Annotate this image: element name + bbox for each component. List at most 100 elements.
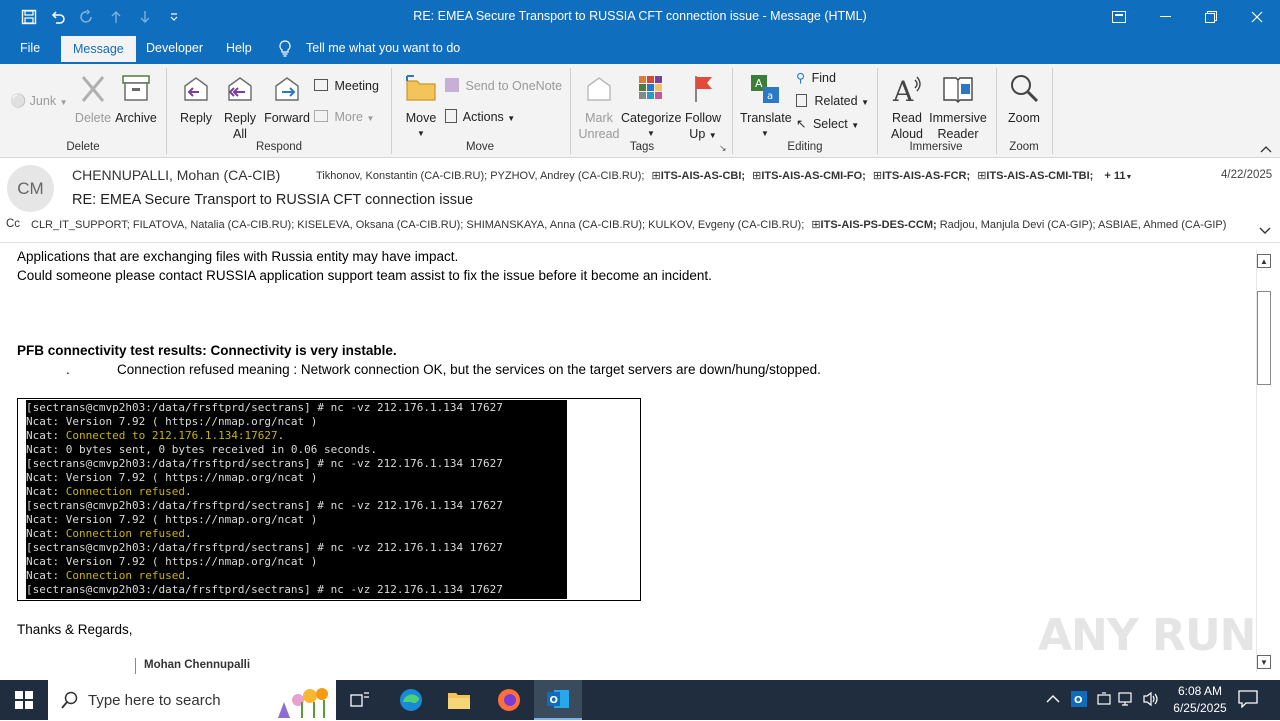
archive-button[interactable]: Archive — [113, 72, 159, 126]
anyrun-watermark: ANY RUN — [1038, 610, 1256, 661]
outlook-taskbar-icon[interactable]: O — [534, 680, 582, 720]
archive-icon — [122, 75, 150, 101]
delete-label: Delete — [74, 111, 112, 125]
menu-help[interactable]: Help — [214, 33, 264, 64]
to-plain[interactable]: Tikhonov, Konstantin (CA-CIB.RU); PYZHOV… — [316, 170, 644, 182]
clock-time[interactable]: 6:08 AM — [1164, 684, 1236, 698]
actions-icon — [445, 109, 457, 123]
send-to-onenote-button[interactable]: Send to OneNote — [445, 76, 562, 96]
chevron-down-icon: ▼ — [861, 98, 869, 107]
body-line-1: Applications that are exchanging files w… — [17, 249, 459, 264]
terminal-line-text: Ncat: — [26, 527, 66, 540]
send-onenote-label: Send to OneNote — [465, 79, 563, 93]
group-separator — [996, 68, 997, 154]
group-icon: ⊞ — [872, 170, 883, 182]
close-button[interactable] — [1234, 0, 1280, 33]
delete-button[interactable]: Delete — [72, 72, 114, 126]
actions-label: Actions — [462, 110, 504, 124]
find-button[interactable]: ⚲ Find — [796, 68, 836, 88]
to-group-3[interactable]: ITS-AIS-AS-FCR; — [882, 170, 970, 182]
task-view-icon[interactable] — [336, 680, 384, 720]
zoom-button[interactable]: Zoom — [1003, 72, 1045, 126]
title-bar: RE: EMEA Secure Transport to RUSSIA CFT … — [0, 0, 1280, 33]
cc-group[interactable]: ITS-AIS-PS-DES-CCM; — [821, 219, 937, 231]
follow-up-label-1: Follow — [684, 111, 722, 125]
terminal-line: [sectrans@cmvp2h03:/data/frsftprd/sectra… — [26, 457, 567, 471]
group-separator — [391, 68, 392, 154]
firefox-icon[interactable] — [485, 680, 533, 720]
sender-name[interactable]: CHENNUPALLI, Mohan (CA-CIB) — [72, 167, 280, 183]
device-tray-icon[interactable] — [1096, 691, 1112, 710]
minimize-button[interactable] — [1142, 0, 1188, 33]
to-group-2[interactable]: ITS-AIS-AS-CMI-FO; — [761, 170, 865, 182]
maximize-button[interactable] — [1188, 0, 1234, 33]
mark-unread-icon — [587, 77, 611, 101]
edge-browser-icon[interactable] — [387, 680, 435, 720]
meeting-button[interactable]: Meeting — [314, 76, 379, 96]
forward-button[interactable]: Forward — [263, 72, 311, 126]
clock-date[interactable]: 6/25/2025 — [1164, 701, 1236, 715]
mark-unread-button[interactable]: Mark Unread — [578, 72, 620, 142]
reply-all-button[interactable]: Reply All — [219, 72, 261, 142]
terminal-line: Ncat: Version 7.92 ( https://nmap.org/nc… — [26, 471, 567, 485]
cc-plain[interactable]: CLR_IT_SUPPORT; FILATOVA, Natalia (CA-CI… — [31, 219, 804, 231]
read-aloud-button[interactable]: A Read Aloud — [886, 72, 928, 142]
select-button[interactable]: ↖ Select ▼ — [796, 114, 859, 134]
ribbon-display-options-icon[interactable] — [1096, 0, 1142, 33]
reply-button[interactable]: Reply — [175, 72, 217, 126]
immersive-reader-button[interactable]: Immersive Reader — [928, 72, 988, 142]
terminal-line-text: Ncat: — [26, 485, 66, 498]
svg-text:A: A — [755, 77, 763, 90]
bullet-text: Connection refused meaning : Network con… — [117, 362, 821, 377]
related-label: Related — [814, 94, 858, 108]
network-icon[interactable] — [1118, 691, 1136, 710]
scroll-thumb[interactable] — [1257, 291, 1271, 385]
to-group-4[interactable]: ITS-AIS-AS-CMI-TBI; — [986, 170, 1093, 182]
move-button[interactable]: Move ▼ — [401, 72, 441, 142]
actions-button[interactable]: Actions ▼ — [445, 107, 515, 127]
chevron-up-icon[interactable] — [1046, 693, 1060, 707]
menu-message[interactable]: Message — [61, 36, 136, 64]
terminal-line: Ncat: Connection refused. — [26, 527, 567, 541]
scroll-up-button[interactable]: ▲ — [1257, 254, 1271, 268]
chevron-down-icon: ▼ — [366, 114, 375, 123]
chevron-down-icon: ▼ — [851, 121, 860, 130]
follow-up-button[interactable]: Follow Up ▼ — [683, 72, 723, 144]
zoom-label: Zoom — [1008, 111, 1040, 125]
cc-rest[interactable]: Radjou, Manjula Devi (CA-GIP); ASBIAE, A… — [940, 219, 1227, 231]
search-icon: ⚲ — [796, 71, 806, 85]
terminal-line-text: Ncat: — [26, 569, 66, 582]
terminal-line-text: [sectrans@cmvp2h03:/data/frsftprd/sectra… — [26, 499, 503, 512]
more-recipients-count[interactable]: + 11 — [1104, 170, 1125, 182]
tell-me-search[interactable]: Tell me what you want to do — [294, 33, 472, 64]
dialog-launcher-icon[interactable]: ↘ — [719, 143, 727, 154]
windows-start-icon[interactable] — [0, 680, 48, 720]
signature-name: Mohan Chennupalli — [144, 659, 251, 671]
to-group-1[interactable]: ITS-AIS-AS-CBI; — [661, 170, 745, 182]
menu-developer[interactable]: Developer — [134, 33, 215, 64]
outlook-tray-icon[interactable]: O — [1071, 691, 1087, 710]
more-respond-button[interactable]: More ▼ — [314, 107, 374, 127]
volume-icon[interactable] — [1142, 691, 1160, 710]
avatar[interactable]: CM — [7, 165, 54, 212]
menu-file[interactable]: File — [8, 33, 52, 64]
forward-label: Forward — [264, 111, 310, 125]
collapse-ribbon-icon[interactable] — [1260, 142, 1272, 156]
expand-header-icon[interactable] — [1259, 224, 1271, 238]
select-label: Select — [812, 117, 848, 131]
junk-button[interactable]: ⚪ Junk ▼ — [10, 91, 67, 111]
forward-icon — [275, 77, 299, 101]
translate-button[interactable]: Aa Translate ▼ — [740, 72, 792, 142]
taskbar-search-box[interactable]: Type here to search — [48, 680, 336, 720]
file-explorer-icon[interactable] — [435, 680, 483, 720]
scroll-down-button[interactable]: ▼ — [1257, 655, 1271, 669]
group-label-delete: Delete — [66, 141, 100, 153]
group-label-tags: Tags — [629, 141, 655, 153]
terminal-highlight-text: Connection refused — [65, 527, 185, 540]
svg-text:a: a — [767, 91, 773, 102]
categorize-label: Categorize — [621, 111, 682, 125]
mark-unread-label-1: Mark — [585, 111, 613, 125]
notifications-icon[interactable] — [1238, 690, 1258, 711]
related-button[interactable]: Related ▼ — [796, 91, 869, 111]
categorize-button[interactable]: Categorize ▼ — [621, 72, 681, 142]
